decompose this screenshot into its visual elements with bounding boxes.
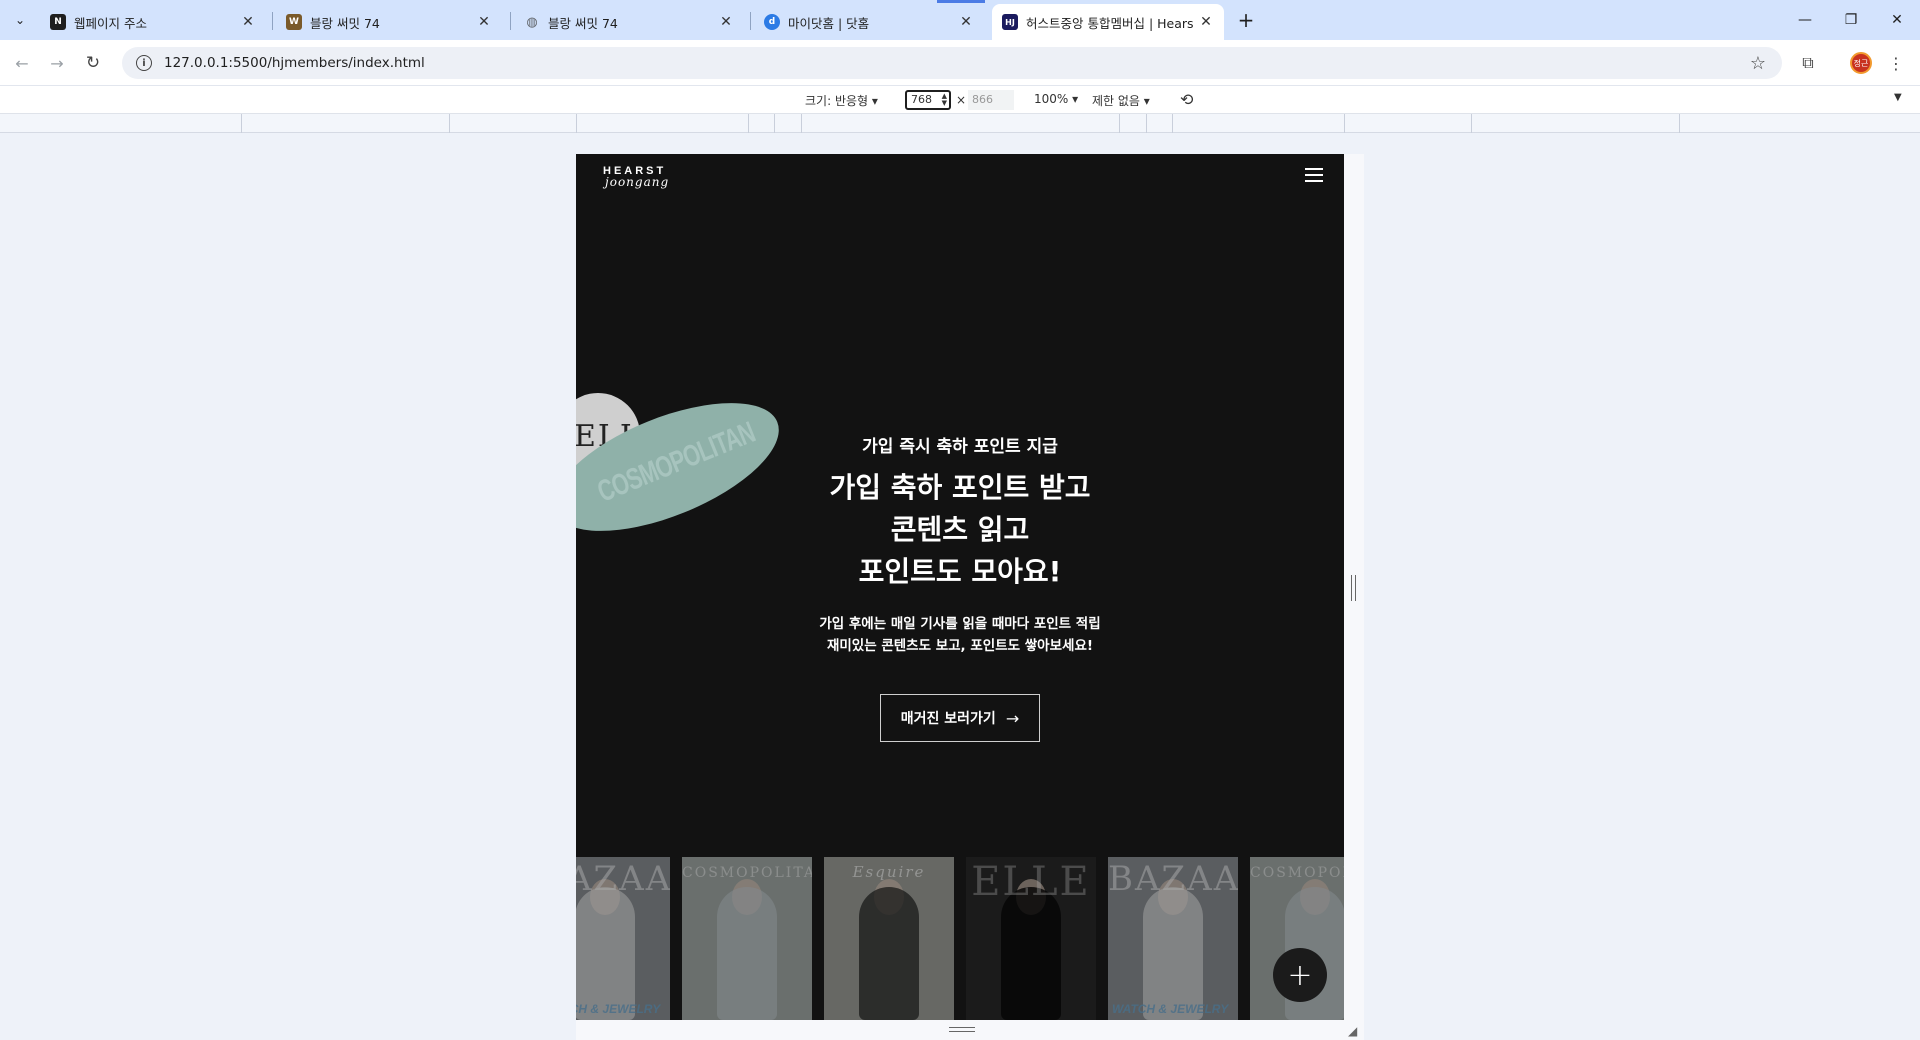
cover-overlay [966, 857, 1096, 1020]
tab-separator [510, 12, 511, 30]
dimension-separator: × [956, 93, 967, 107]
tab-separator [750, 12, 751, 30]
tab-3[interactable]: ◍ 블랑 써밋 74 ✕ [514, 4, 744, 40]
globe-icon: ◍ [526, 14, 538, 30]
device-toolbar: 크기: 반응형 ▾ 768 ▲ ▼ × 866 100% ▾ 제한 없음 ▾ ⟲ … [0, 86, 1920, 114]
magazine-cover[interactable]: ELLE [966, 857, 1096, 1020]
corner-resize-icon[interactable]: ◢ [1348, 1024, 1357, 1038]
site-favicon-icon: W [286, 14, 302, 30]
magazine-cover-carousel[interactable]: BAZAAR WATCH & JEWELRY COSMOPOLITAN Esqu… [576, 857, 1344, 1020]
zoom-dropdown[interactable]: 100% ▾ [1034, 92, 1078, 106]
dothome-icon: d [764, 14, 780, 30]
ruler-mark [1146, 114, 1147, 133]
restore-icon[interactable]: ❐ [1828, 0, 1874, 40]
view-magazine-button[interactable]: 매거진 보러가기 → [880, 694, 1040, 742]
tab-title: 마이닷홈 | 닷홈 [788, 15, 870, 31]
emulated-viewport: HEARST joongang ELLE COSMOPOLITAN 가입 즉시 … [576, 154, 1344, 1020]
tab-separator [272, 12, 273, 30]
arrow-right-icon: → [1005, 708, 1020, 728]
tab-5-active[interactable]: HJ 허스트중앙 통합멤버십 | Hears ✕ [992, 4, 1224, 40]
description-line: 재미있는 콘텐츠도 보고, 포인트도 쌓아보세요! [826, 638, 1094, 654]
ruler-mark [1172, 114, 1173, 133]
site-info-icon[interactable]: i [136, 55, 152, 71]
back-arrow-icon[interactable]: ← [10, 51, 34, 75]
ruler-mark [449, 114, 450, 133]
description-line: 가입 후에는 매일 기사를 읽을 때마다 포인트 적립 [819, 616, 1101, 632]
notion-icon: N [50, 14, 66, 30]
hearst-joongang-logo[interactable]: HEARST joongang [603, 166, 670, 189]
device-options-icon[interactable]: ▼ [1894, 92, 1902, 103]
chevron-down-icon: ⌄ [14, 13, 26, 27]
minimize-icon[interactable]: — [1782, 0, 1828, 40]
cover-overlay [682, 857, 812, 1020]
magazine-cover[interactable]: Esquire [824, 857, 954, 1020]
new-tab-button[interactable]: + [1234, 8, 1258, 32]
magazine-cover[interactable]: COSMOPOLITAN [682, 857, 812, 1020]
throttle-dropdown[interactable]: 제한 없음 ▾ [1092, 92, 1150, 109]
ruler-mark [1679, 114, 1680, 133]
dimensions-dropdown[interactable]: 크기: 반응형 ▾ [805, 92, 878, 109]
profile-avatar[interactable]: 정근 [1850, 52, 1872, 74]
width-input[interactable]: 768 ▲ ▼ [905, 90, 951, 110]
headline-line: 가입 축하 포인트 받고 [829, 471, 1091, 504]
tab-search-button[interactable]: ⌄ [6, 8, 34, 32]
hero-description: 가입 후에는 매일 기사를 읽을 때마다 포인트 적립 재미있는 콘텐츠도 보고… [576, 613, 1344, 657]
close-icon[interactable]: ✕ [958, 14, 974, 30]
bookmark-star-icon[interactable]: ☆ [1750, 53, 1766, 74]
tab-title: 웹페이지 주소 [74, 15, 147, 31]
height-input[interactable]: 866 [968, 90, 1014, 110]
ruler-mark [1344, 114, 1345, 133]
tab-1[interactable]: N 웹페이지 주소 ✕ [40, 4, 266, 40]
spinner-icon[interactable]: ▲ ▼ [942, 93, 947, 107]
address-bar[interactable]: i 127.0.0.1:5500/hjmembers/index.html ☆ [122, 47, 1782, 79]
cover-overlay [576, 857, 670, 1020]
close-icon[interactable]: ✕ [240, 14, 256, 30]
ruler-mark [748, 114, 749, 133]
hero-subtitle: 가입 즉시 축하 포인트 지급 [862, 437, 1058, 457]
reload-icon[interactable]: ↻ [81, 51, 105, 75]
tab-title: 허스트중앙 통합멤버십 | Hears [1026, 15, 1194, 31]
tab-4[interactable]: d 마이닷홈 | 닷홈 ✕ [754, 4, 984, 40]
tab-title: 블랑 써밋 74 [310, 15, 380, 31]
window-close-icon[interactable]: ✕ [1874, 0, 1920, 40]
hero-headline: 가입 축하 포인트 받고 콘텐츠 읽고 포인트도 모아요! [576, 467, 1344, 593]
ruler-mark [576, 114, 577, 133]
tab-hover-indicator [937, 0, 985, 3]
magazine-cover[interactable]: BAZAAR WATCH & JEWELRY [576, 857, 670, 1020]
tab-strip: ⌄ N 웹페이지 주소 ✕ W 블랑 써밋 74 ✕ ◍ 블랑 써밋 74 ✕ … [0, 0, 1920, 40]
tab-2[interactable]: W 블랑 써밋 74 ✕ [276, 4, 502, 40]
width-value: 768 [911, 93, 932, 106]
hamburger-menu-icon[interactable] [1305, 168, 1323, 182]
rotate-icon[interactable]: ⟲ [1180, 90, 1193, 109]
media-query-ruler[interactable] [0, 114, 1920, 133]
close-icon[interactable]: ✕ [1198, 14, 1214, 30]
url-text[interactable]: 127.0.0.1:5500/hjmembers/index.html [164, 55, 425, 71]
headline-line: 콘텐츠 읽고 [890, 513, 1030, 546]
cover-overlay [1108, 857, 1238, 1020]
hearst-joongang-icon: HJ [1002, 14, 1018, 30]
ruler-mark [241, 114, 242, 133]
floating-add-button[interactable]: + [1273, 948, 1327, 1002]
ruler-mark [774, 114, 775, 133]
logo-bottom-text: joongang [605, 175, 670, 189]
ruler-mark [1471, 114, 1472, 133]
tab-title: 블랑 써밋 74 [548, 15, 618, 31]
cover-overlay [824, 857, 954, 1020]
close-icon[interactable]: ✕ [718, 14, 734, 30]
ruler-mark [1119, 114, 1120, 133]
width-resize-handle[interactable] [1351, 575, 1356, 601]
extensions-icon[interactable]: ⧉ [1796, 51, 1820, 75]
more-menu-icon[interactable]: ⋮ [1884, 51, 1908, 75]
close-icon[interactable]: ✕ [476, 14, 492, 30]
cta-label: 매거진 보러가기 [900, 711, 996, 727]
magazine-cover[interactable]: BAZAAR WATCH & JEWELRY [1108, 857, 1238, 1020]
browser-toolbar: ← → ↻ i 127.0.0.1:5500/hjmembers/index.h… [0, 40, 1920, 86]
headline-line: 포인트도 모아요! [858, 555, 1062, 588]
forward-arrow-icon[interactable]: → [45, 51, 69, 75]
height-resize-handle[interactable] [949, 1027, 975, 1032]
ruler-mark [801, 114, 802, 133]
